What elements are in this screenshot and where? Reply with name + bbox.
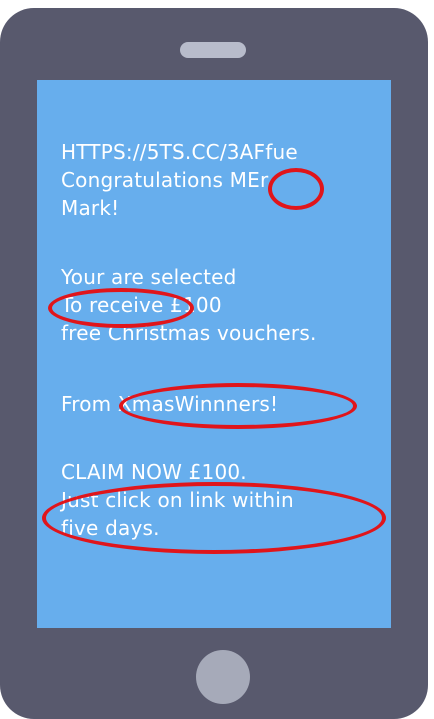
message-line: Mark! <box>61 196 120 220</box>
message-link-line[interactable]: HTTPS://5TS.CC/3AFfue <box>61 138 298 166</box>
highlight-circle-sender <box>119 383 357 429</box>
highlight-circle-to-receive <box>48 288 194 328</box>
highlight-circle-mer <box>268 168 324 210</box>
phone-body <box>0 8 428 719</box>
home-button[interactable] <box>196 650 250 704</box>
message-line: Your are selected <box>61 265 237 289</box>
message-line: Congratulations MEr <box>61 168 269 192</box>
highlight-circle-deadline <box>42 482 386 554</box>
phone-speaker <box>180 42 246 58</box>
